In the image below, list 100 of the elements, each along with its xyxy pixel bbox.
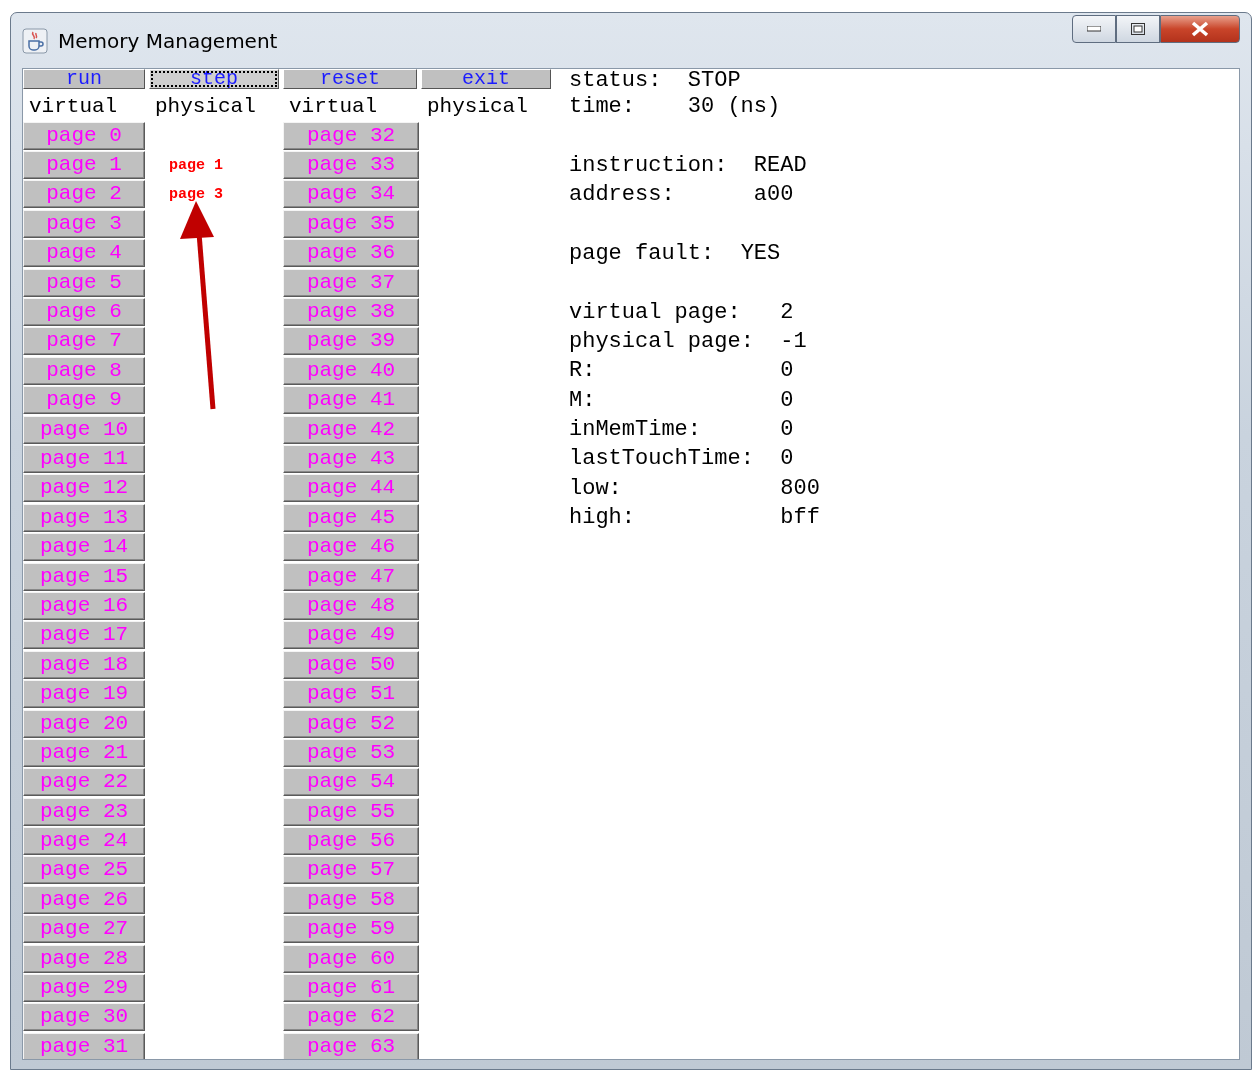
page-button[interactable]: page 45 <box>283 503 419 532</box>
page-button[interactable]: page 2 <box>23 180 145 209</box>
info-label: low: <box>569 475 623 501</box>
column-header: virtual <box>28 94 119 118</box>
minimize-icon <box>1087 26 1101 32</box>
toolbar-button[interactable]: exit <box>421 69 551 89</box>
maximize-button[interactable] <box>1116 15 1160 43</box>
page-button[interactable]: page 62 <box>283 1003 419 1032</box>
info-value: 0 <box>780 417 795 443</box>
page-button[interactable]: page 37 <box>283 268 419 297</box>
close-icon <box>1191 21 1209 37</box>
page-button[interactable]: page 44 <box>283 474 419 503</box>
page-button[interactable]: page 35 <box>283 209 419 238</box>
info-value: 0 <box>780 358 795 384</box>
page-button[interactable]: page 58 <box>283 885 419 914</box>
page-button[interactable]: page 56 <box>283 827 419 856</box>
page-button[interactable]: page 33 <box>283 151 419 180</box>
column-header: physical <box>426 94 529 118</box>
page-button[interactable]: page 63 <box>283 1032 419 1059</box>
page-button[interactable]: page 16 <box>23 591 145 620</box>
info-value: 2 <box>780 299 795 325</box>
page-button[interactable]: page 0 <box>23 121 145 150</box>
page-button[interactable]: page 11 <box>23 445 145 473</box>
toolbar-button[interactable]: step <box>149 69 279 89</box>
info-label: lastTouchTime: <box>569 446 755 472</box>
page-button[interactable]: page 26 <box>23 885 145 914</box>
window-title: Memory Management <box>58 28 278 53</box>
info-value: YES <box>740 240 782 266</box>
page-button[interactable]: page 41 <box>283 386 419 415</box>
page-button[interactable]: page 4 <box>23 239 145 268</box>
info-value: STOP <box>687 69 742 93</box>
page-button[interactable]: page 49 <box>283 621 419 650</box>
toolbar-button[interactable]: reset <box>283 69 417 89</box>
page-button[interactable]: page 23 <box>23 797 145 826</box>
page-button[interactable]: page 21 <box>23 738 145 767</box>
page-button[interactable]: page 30 <box>23 1003 145 1032</box>
physical-page-label: page 1 <box>168 156 224 174</box>
info-value: 30 (ns) <box>687 93 782 119</box>
page-button[interactable]: page 60 <box>283 944 419 973</box>
page-button[interactable]: page 9 <box>23 386 145 415</box>
page-button[interactable]: page 8 <box>23 356 145 385</box>
page-button[interactable]: page 18 <box>23 650 145 679</box>
page-button[interactable]: page 24 <box>23 827 145 856</box>
minimize-button[interactable] <box>1072 15 1116 43</box>
page-button[interactable]: page 28 <box>23 944 145 973</box>
info-label: high: <box>569 505 636 531</box>
page-button[interactable]: page 34 <box>283 180 419 209</box>
page-button[interactable]: page 59 <box>283 915 419 944</box>
page-button[interactable]: page 7 <box>23 327 145 356</box>
info-label: M: <box>569 387 597 413</box>
page-button[interactable]: page 39 <box>283 327 419 356</box>
info-value: 0 <box>780 387 795 413</box>
page-button[interactable]: page 55 <box>283 797 419 826</box>
info-label: physical page: <box>569 328 755 354</box>
page-button[interactable]: page 46 <box>283 533 419 562</box>
page-button[interactable]: page 17 <box>23 621 145 650</box>
page-button[interactable]: page 54 <box>283 768 419 797</box>
info-label: R: <box>569 358 597 384</box>
page-button[interactable]: page 32 <box>283 121 419 150</box>
info-label: instruction: <box>569 152 729 178</box>
page-button[interactable]: page 57 <box>283 856 419 885</box>
page-button[interactable]: page 5 <box>23 268 145 297</box>
info-value: 0 <box>780 446 795 472</box>
page-button[interactable]: page 43 <box>283 445 419 473</box>
page-button[interactable]: page 51 <box>283 680 419 709</box>
page-button[interactable]: page 1 <box>23 151 145 180</box>
page-button[interactable]: page 14 <box>23 533 145 562</box>
page-button[interactable]: page 50 <box>283 650 419 679</box>
close-button[interactable] <box>1160 15 1240 43</box>
page-button[interactable]: page 48 <box>283 591 419 620</box>
page-button[interactable]: page 40 <box>283 356 419 385</box>
info-value: READ <box>753 152 808 178</box>
info-value: bff <box>780 505 820 531</box>
physical-page-label: page 3 <box>168 185 224 203</box>
page-button[interactable]: page 53 <box>283 738 419 767</box>
page-button[interactable]: page 15 <box>23 562 145 591</box>
maximize-icon <box>1131 23 1145 35</box>
page-button[interactable]: page 52 <box>283 709 419 738</box>
page-button[interactable]: page 13 <box>23 503 145 532</box>
page-button[interactable]: page 47 <box>283 562 419 591</box>
page-button[interactable]: page 3 <box>23 209 145 238</box>
page-button[interactable]: page 19 <box>23 680 145 709</box>
page-button[interactable]: page 25 <box>23 856 145 885</box>
info-label: time: <box>569 93 636 119</box>
page-button[interactable]: page 10 <box>23 415 145 444</box>
page-button[interactable]: page 20 <box>23 709 145 738</box>
info-value: -1 <box>780 328 808 354</box>
toolbar-button[interactable]: run <box>23 69 145 89</box>
page-button[interactable]: page 27 <box>23 915 145 944</box>
page-button[interactable]: page 22 <box>23 768 145 797</box>
info-label: inMemTime: <box>569 417 703 443</box>
page-button[interactable]: page 38 <box>283 298 419 327</box>
page-button[interactable]: page 42 <box>283 415 419 444</box>
page-button[interactable]: page 31 <box>23 1032 145 1059</box>
page-button[interactable]: page 12 <box>23 474 145 503</box>
info-label: page fault: <box>569 240 716 266</box>
page-button[interactable]: page 61 <box>283 974 419 1002</box>
page-button[interactable]: page 6 <box>23 298 145 327</box>
page-button[interactable]: page 29 <box>23 974 145 1002</box>
page-button[interactable]: page 36 <box>283 239 419 268</box>
